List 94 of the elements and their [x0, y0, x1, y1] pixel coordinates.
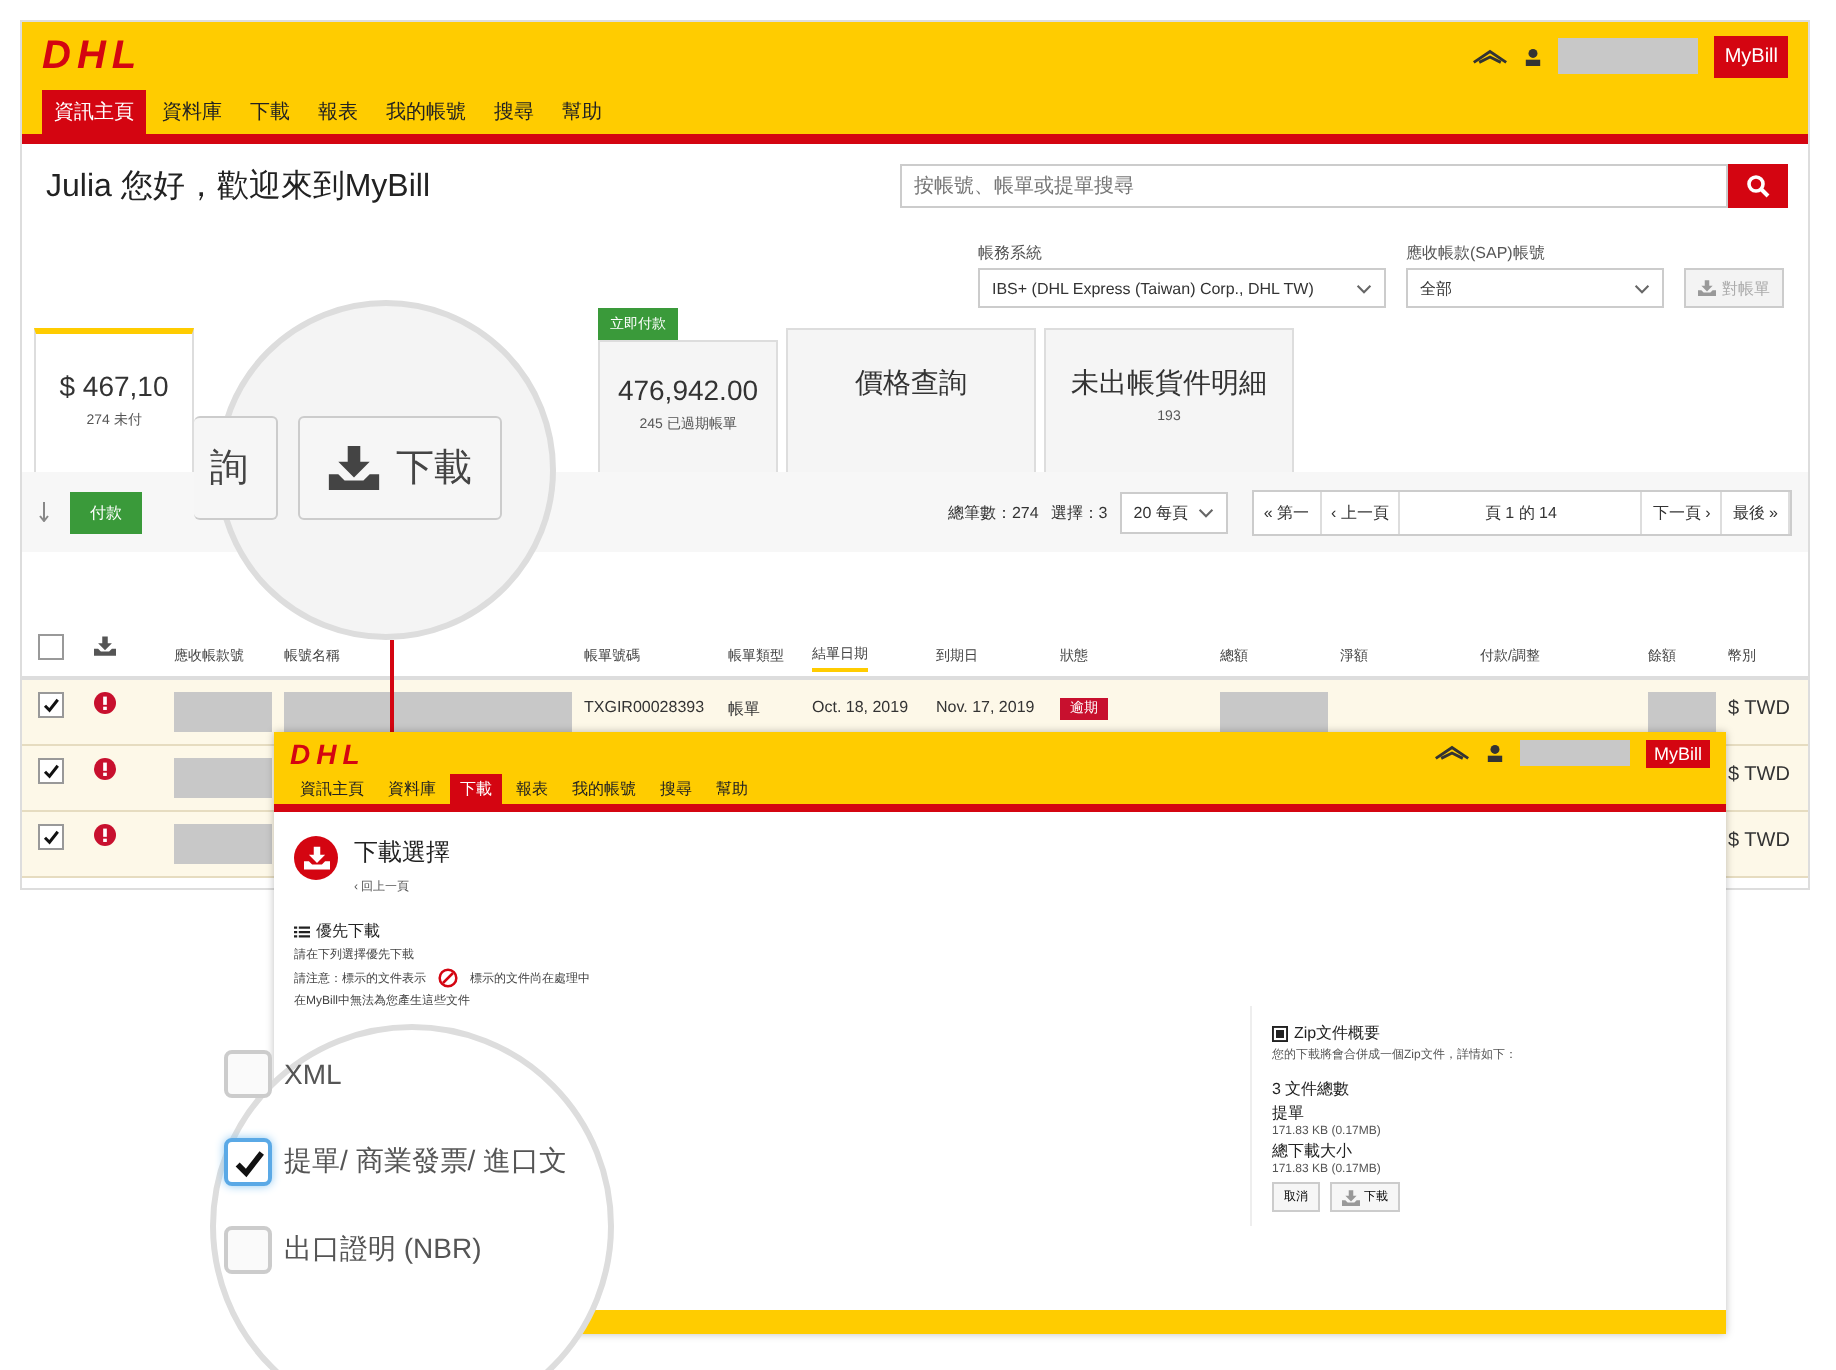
mybill-button[interactable]: MyBill	[1714, 35, 1788, 77]
nav-tab[interactable]: 資料庫	[378, 774, 446, 804]
nav-tab[interactable]: 幫助	[550, 90, 614, 134]
download-icon	[1698, 280, 1716, 296]
dropdown[interactable]: IBS+ (DHL Express (Taiwan) Corp., DHL TW)	[978, 268, 1386, 308]
chevron-down-icon	[1634, 283, 1650, 293]
search-icon	[1746, 174, 1770, 198]
download-icon	[1342, 1189, 1360, 1205]
section-heading: Zip文件概要	[1294, 1022, 1381, 1044]
nav-tab[interactable]: 資料庫	[150, 90, 234, 134]
nav-tab[interactable]: 報表	[506, 774, 558, 804]
page-indicator: 頁 1 的 14	[1400, 491, 1643, 533]
search-field[interactable]: 按帳號、帳單或提單搜尋	[900, 164, 1728, 208]
table-cell-text: $ TWD	[1728, 764, 1792, 786]
redacted-block	[174, 824, 272, 864]
checkmark-icon	[42, 762, 60, 780]
tile-title: 未出帳貨件明細	[1071, 366, 1267, 402]
next-page-button[interactable]: 下一頁 ›	[1642, 491, 1723, 533]
nav-tab[interactable]: 幫助	[706, 774, 758, 804]
file-type: 提單	[1272, 1102, 1306, 1124]
nav-tab[interactable]: 搜尋	[482, 90, 546, 134]
redacted-block	[174, 758, 272, 798]
page-title: 下載選擇	[354, 836, 450, 870]
archive-icon	[1272, 1025, 1288, 1041]
pay-button[interactable]: 付款	[70, 491, 142, 533]
zoomed-button[interactable]: 下載	[298, 416, 502, 520]
alert-icon	[94, 824, 116, 846]
row-checkbox[interactable]	[38, 824, 64, 850]
search-button[interactable]	[1728, 164, 1788, 208]
option-label: 出口證明 (NBR)	[284, 1232, 482, 1268]
connector-line	[390, 640, 394, 732]
row-checkbox[interactable]	[38, 758, 64, 784]
chevron-down-icon	[1356, 283, 1372, 293]
filter-label: 應收帳款(SAP)帳號	[1406, 242, 1547, 264]
total-count: 總筆數：274	[947, 501, 1039, 523]
row-checkbox[interactable]	[38, 692, 64, 718]
blurred-username	[1520, 740, 1630, 766]
nav-tab[interactable]: 我的帳號	[562, 774, 646, 804]
option-checkbox[interactable]	[224, 1138, 272, 1186]
table-cell-text: $ TWD	[1728, 830, 1792, 852]
nav-tab[interactable]: 資訊主頁	[290, 774, 374, 804]
file-count: 3 文件總數	[1272, 1078, 1352, 1100]
option-checkbox[interactable]	[224, 1050, 272, 1098]
table-cell-text: TXGIR00028393	[584, 698, 707, 716]
redacted-block	[174, 692, 272, 732]
first-page-button[interactable]: « 第一	[1253, 491, 1322, 533]
zoomed-button[interactable]: 詢	[194, 416, 278, 520]
nav-tab[interactable]: 搜尋	[650, 774, 702, 804]
greeting-title: Julia 您好，歡迎來到MyBill	[46, 167, 431, 207]
checkmark-icon	[42, 696, 60, 714]
page-size-dropdown[interactable]: 20 每頁	[1119, 491, 1228, 533]
dhl-logo[interactable]: DHL	[290, 737, 366, 769]
chevron-down-icon	[1197, 507, 1214, 517]
previous-page-button[interactable]: ‹ 上一頁	[1321, 491, 1401, 533]
summary-tile[interactable]: 價格查詢	[786, 328, 1036, 472]
filter-label: 帳務系統	[978, 242, 1044, 264]
alert-icon	[94, 692, 116, 714]
total-size-label: 總下載大小	[1272, 1140, 1354, 1162]
table-cell-text: 帳單	[728, 698, 762, 720]
blurred-username	[1558, 38, 1699, 74]
warning-icon	[438, 968, 458, 988]
nav-tab[interactable]: 我的帳號	[374, 90, 478, 134]
option-label: XML	[284, 1058, 342, 1090]
selected-count: 選擇：3	[1050, 501, 1108, 523]
download-icon	[328, 446, 380, 490]
alert-icon	[94, 758, 116, 780]
table-cell-text: $ TWD	[1728, 698, 1792, 720]
nav-tab[interactable]: 下載	[238, 90, 302, 134]
checkmark-icon	[42, 828, 60, 846]
table-cell-text: Nov. 17, 2019	[936, 698, 1037, 716]
download-icon	[94, 636, 116, 656]
list-icon	[294, 923, 310, 939]
nav-tab[interactable]: 資訊主頁	[42, 90, 146, 134]
option-checkbox[interactable]	[224, 1226, 272, 1274]
nav-tab[interactable]: 報表	[306, 90, 370, 134]
select-all-checkbox[interactable]	[38, 633, 64, 659]
dropdown[interactable]: 全部	[1406, 268, 1664, 308]
download-icon	[294, 836, 338, 880]
redacted-block	[1648, 692, 1716, 732]
mybill-button[interactable]: MyBill	[1646, 739, 1710, 767]
option-label: 提單/ 商業發票/ 進口文	[284, 1144, 568, 1180]
user-icon[interactable]	[1486, 744, 1504, 762]
last-page-button[interactable]: 最後 »	[1722, 491, 1790, 533]
tile-title: 價格查詢	[855, 366, 967, 402]
table-cell-text: Oct. 18, 2019	[812, 698, 911, 716]
section-heading: 優先下載	[316, 920, 380, 942]
tile-title: 476,942.00	[617, 374, 759, 406]
sort-icon[interactable]	[38, 502, 50, 522]
checkmark-icon	[231, 1145, 265, 1179]
tile-title: $ 467,10	[59, 370, 169, 402]
nav-tab[interactable]: 下載	[450, 774, 502, 804]
dhl-logo[interactable]: DHL	[42, 33, 143, 79]
redacted-block	[1220, 692, 1328, 732]
user-icon[interactable]	[1524, 47, 1543, 65]
